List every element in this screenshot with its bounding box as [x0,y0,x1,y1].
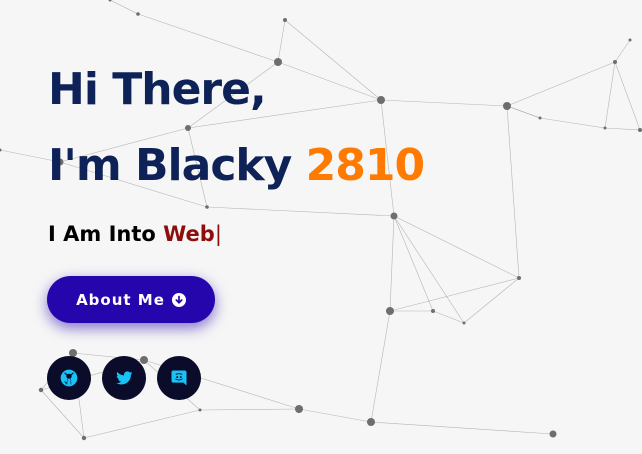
discord-icon [171,370,187,386]
about-me-button[interactable]: About Me [47,276,215,323]
typed-subtitle: I Am Into Web| [48,222,222,246]
github-link[interactable] [47,356,91,400]
discord-link[interactable] [157,356,201,400]
hero-section: Hi There, I'm Blacky 2810 I Am Into Web|… [0,0,642,454]
intro-text: I'm Blacky [48,140,306,191]
typing-caret: | [214,222,222,246]
name-number: 2810 [305,140,425,191]
github-icon [60,369,78,387]
twitter-icon [116,371,133,385]
typed-prefix: I Am Into [48,222,164,246]
name-heading: I'm Blacky 2810 [48,140,425,191]
greeting-heading: Hi There, [48,64,267,115]
arrow-down-circle-icon [171,292,186,307]
about-me-label: About Me [76,290,165,309]
twitter-link[interactable] [102,356,146,400]
typed-word: Web [163,222,215,246]
